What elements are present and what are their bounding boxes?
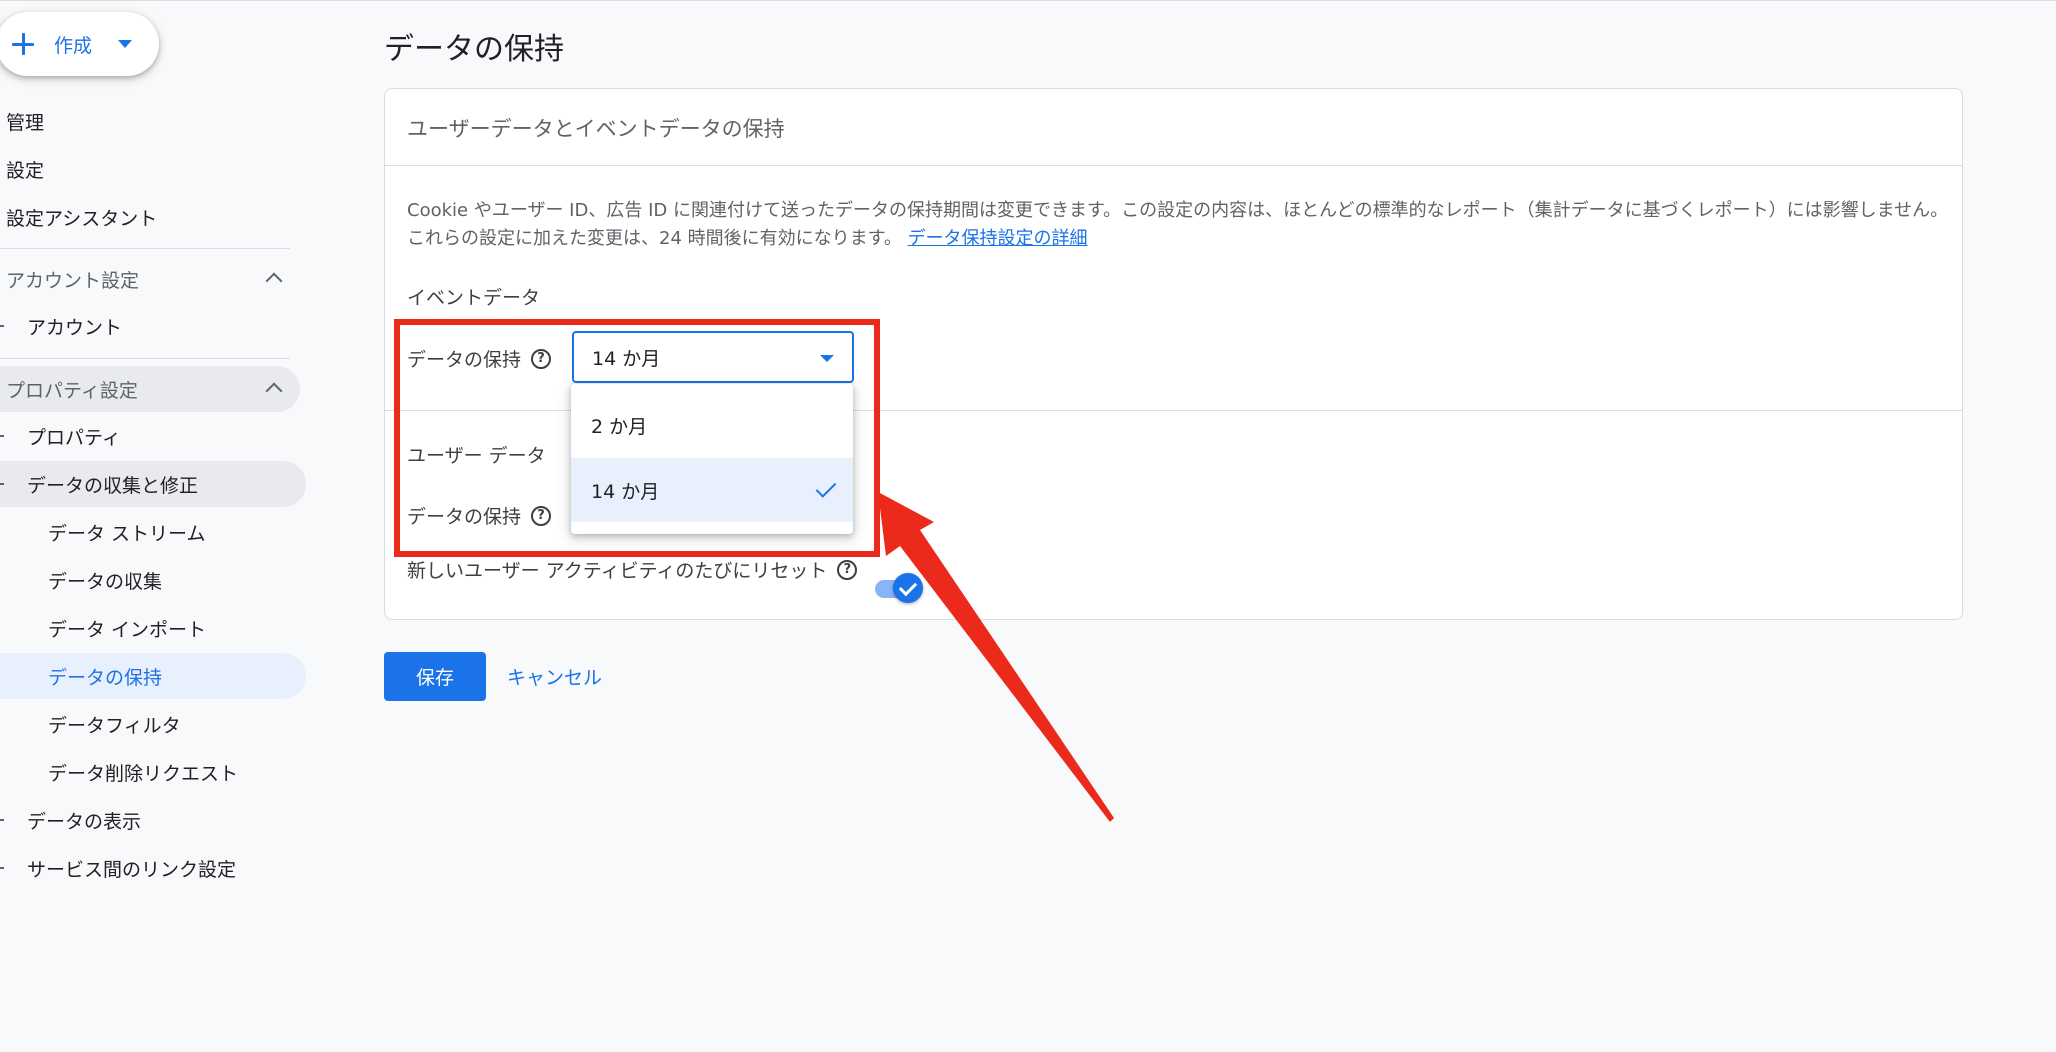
nav-data-streams[interactable]: データ ストリーム xyxy=(0,509,306,555)
description: Cookie やユーザー ID、広告 ID に関連付けて送ったデータの保持期間は… xyxy=(407,197,1957,253)
create-button[interactable]: 作成 xyxy=(0,12,159,76)
help-icon[interactable]: ? xyxy=(837,559,858,580)
bullet-icon xyxy=(0,435,4,437)
chevron-up-icon xyxy=(265,382,283,400)
bullet-icon xyxy=(0,867,4,869)
nav-data-filters[interactable]: データフィルタ xyxy=(0,701,306,747)
event-data-heading: イベントデータ xyxy=(407,287,541,309)
sidebar-divider xyxy=(0,248,290,249)
nav-property[interactable]: プロパティ xyxy=(0,413,306,459)
nav-data-deletion-requests[interactable]: データ削除リクエスト xyxy=(0,749,306,795)
checkmark-icon xyxy=(893,573,923,603)
reset-label-text: 新しいユーザー アクティビティのたびにリセット xyxy=(407,560,828,582)
reset-label: 新しいユーザー アクティビティのたびにリセット ? xyxy=(407,556,858,583)
nav-property-settings[interactable]: プロパティ設定 xyxy=(0,366,300,412)
card-title: ユーザーデータとイベントデータの保持 xyxy=(407,117,785,141)
cancel-button[interactable]: キャンセル xyxy=(507,652,602,701)
plus-icon xyxy=(12,33,34,55)
nav-product-links-label: サービス間のリンク設定 xyxy=(27,858,237,881)
description-text: Cookie やユーザー ID、広告 ID に関連付けて送ったデータの保持期間は… xyxy=(407,200,1949,249)
annotation-highlight-box xyxy=(394,319,880,557)
nav-settings[interactable]: 設定 xyxy=(6,146,44,192)
nav-account-label: アカウント xyxy=(27,316,123,339)
caret-down-icon xyxy=(118,40,133,48)
bullet-icon xyxy=(0,819,4,821)
nav-property-label: プロパティ xyxy=(27,426,121,449)
page-title: データの保持 xyxy=(384,32,564,67)
learn-more-link[interactable]: データ保持設定の詳細 xyxy=(908,228,1088,249)
sidebar: 作成 管理 設定 設定アシスタント アカウント設定 アカウント プロパティ設定 … xyxy=(0,0,310,1052)
nav-data-collection-modification[interactable]: データの収集と修正 xyxy=(0,461,306,507)
create-label: 作成 xyxy=(54,34,93,57)
bullet-icon xyxy=(0,325,4,327)
nav-account[interactable]: アカウント xyxy=(0,303,306,349)
save-button[interactable]: 保存 xyxy=(384,652,486,701)
nav-data-collection-modification-label: データの収集と修正 xyxy=(27,474,199,497)
sidebar-divider xyxy=(0,358,290,359)
nav-account-settings[interactable]: アカウント設定 xyxy=(0,256,300,302)
nav-data-retention[interactable]: データの保持 xyxy=(0,653,306,699)
nav-account-settings-label: アカウント設定 xyxy=(6,269,140,292)
nav-data-collection[interactable]: データの収集 xyxy=(0,557,306,603)
divider xyxy=(385,165,1962,166)
nav-property-settings-label: プロパティ設定 xyxy=(6,379,138,402)
nav-product-links[interactable]: サービス間のリンク設定 xyxy=(0,845,306,891)
nav-data-import[interactable]: データ インポート xyxy=(0,605,306,651)
nav-admin[interactable]: 管理 xyxy=(6,98,44,144)
chevron-up-icon xyxy=(265,272,283,290)
nav-setup-assistant[interactable]: 設定アシスタント xyxy=(6,194,157,240)
nav-data-display[interactable]: データの表示 xyxy=(0,797,306,843)
chevron-down-icon xyxy=(0,483,4,485)
nav-data-display-label: データの表示 xyxy=(27,810,142,833)
reset-toggle[interactable] xyxy=(875,573,923,603)
